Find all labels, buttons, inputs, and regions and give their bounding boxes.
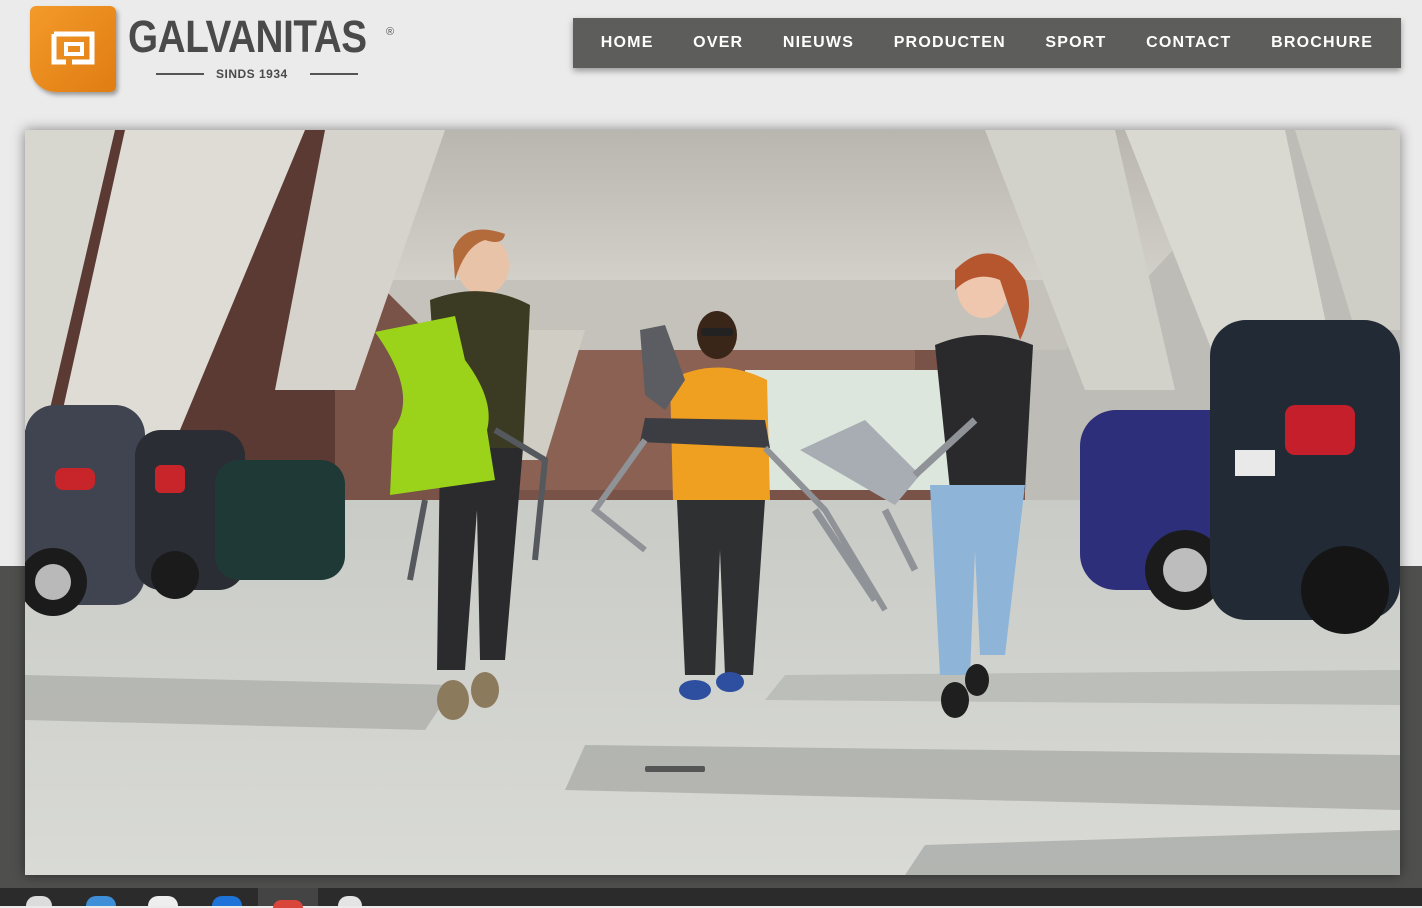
hero-photo-students-carrying-chairs [25,130,1400,875]
nav-producten[interactable]: PRODUCTEN [894,34,1006,52]
hero-photo [25,130,1400,875]
since-text: SINDS 1934 [216,67,288,81]
divider [310,73,358,75]
nav-brochure[interactable]: BROCHURE [1271,34,1373,52]
nav-over[interactable]: OVER [693,34,743,52]
main-navigation: HOME OVER NIEUWS PRODUCTEN SPORT CONTACT… [573,18,1401,68]
app-icon[interactable] [148,896,178,906]
nav-sport[interactable]: SPORT [1045,34,1106,52]
registered-mark: ® [386,26,395,38]
app-icon[interactable] [86,896,116,906]
nav-contact[interactable]: CONTACT [1146,34,1231,52]
divider [156,73,204,75]
logo[interactable]: GALVANITAS ® SINDS 1934 [30,6,400,96]
os-taskbar [0,888,1422,908]
brand-name: GALVANITAS [128,11,367,62]
nav-nieuws[interactable]: NIEUWS [783,34,854,52]
browser-icon[interactable] [258,888,318,908]
app-icon[interactable] [338,896,362,906]
app-icon[interactable] [212,896,242,906]
galvanitas-logo-icon [30,6,116,92]
nav-home[interactable]: HOME [601,34,654,52]
search-icon[interactable] [26,896,52,906]
